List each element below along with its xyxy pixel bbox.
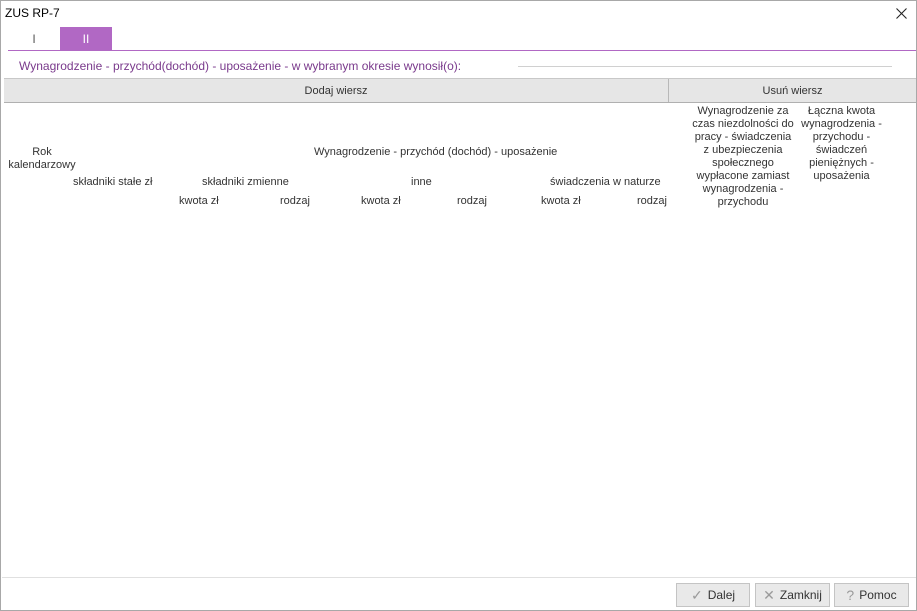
header-fixed: składniki stałe zł [73, 176, 153, 188]
close-dialog-button[interactable]: ✕ Zamknij [755, 583, 830, 607]
tab-strip: I II [8, 27, 112, 51]
section-divider [518, 66, 892, 67]
question-icon: ? [846, 587, 855, 603]
section-title: Wynagrodzenie - przychód(dochód) - uposa… [19, 59, 462, 73]
header-in-kind-amount: kwota zł [541, 195, 581, 207]
header-in-kind: świadczenia w naturze [550, 176, 661, 188]
header-sickness-benefit: Wynagrodzenie za czas niezdolności do pr… [692, 105, 794, 208]
next-button-label: Dalej [707, 588, 736, 602]
header-year: Rok kalendarzowy [8, 146, 76, 171]
add-row-button[interactable]: Dodaj wiersz [4, 79, 669, 102]
help-button[interactable]: ? Pomoc [834, 583, 909, 607]
window-title: ZUS RP-7 [5, 6, 60, 20]
close-icon [895, 7, 907, 19]
close-button-label: Zamknij [779, 588, 822, 602]
header-in-kind-type: rodzaj [637, 195, 667, 207]
tab-underline [8, 50, 916, 51]
header-variable-amount: kwota zł [179, 195, 219, 207]
header-other-type: rodzaj [457, 195, 487, 207]
delete-row-button[interactable]: Usuń wiersz [669, 79, 916, 102]
header-other: inne [411, 176, 432, 188]
footer-divider [2, 577, 916, 578]
tab-i[interactable]: I [8, 27, 60, 51]
header-variable-type: rodzaj [280, 195, 310, 207]
tab-ii[interactable]: II [60, 27, 112, 51]
close-button[interactable] [888, 2, 914, 24]
next-button[interactable]: ✓ Dalej [676, 583, 750, 607]
header-variable: składniki zmienne [202, 176, 289, 188]
header-other-amount: kwota zł [361, 195, 401, 207]
x-icon: ✕ [763, 587, 775, 603]
check-icon: ✓ [690, 587, 703, 603]
grid-toolbar: Dodaj wiersz Usuń wiersz [4, 78, 916, 103]
title-bar: ZUS RP-7 [1, 1, 916, 27]
header-total: Łączna kwota wynagrodzenia - przychodu -… [801, 105, 882, 182]
header-group: Wynagrodzenie - przychód (dochód) - upos… [314, 146, 558, 158]
help-button-label: Pomoc [859, 588, 897, 602]
dialog-window: ZUS RP-7 I II Wynagrodzenie - przychód(d… [0, 0, 917, 611]
